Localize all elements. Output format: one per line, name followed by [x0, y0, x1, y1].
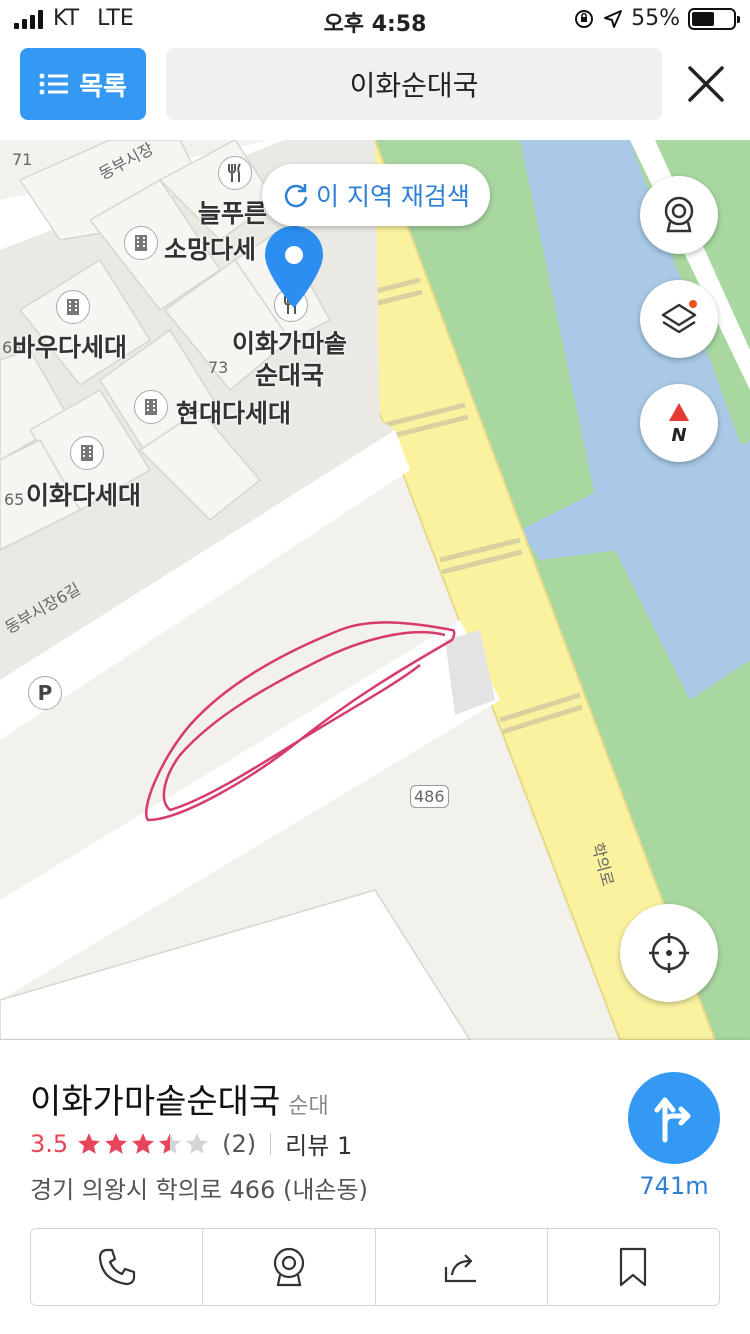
rating-count: (2) [222, 1129, 257, 1158]
star-icon [78, 1132, 101, 1154]
streetview-icon [664, 196, 694, 233]
search-header: 목록 이화순대국 [0, 40, 750, 140]
restaurant-icon[interactable] [218, 156, 252, 190]
share-icon [445, 1254, 477, 1283]
star-icon [159, 1132, 182, 1154]
phone-icon [98, 1248, 135, 1286]
list-button[interactable]: 목록 [20, 48, 146, 120]
place-title[interactable]: 이화가마솥순대국 순대 [30, 1074, 329, 1123]
crosshair-icon [649, 933, 689, 973]
streetview-button[interactable] [640, 176, 718, 254]
building-icon[interactable] [124, 226, 158, 260]
map-base [0, 140, 750, 1040]
star-icon [132, 1132, 155, 1154]
star-icon [186, 1132, 209, 1154]
place-label[interactable]: 바우다세대 [12, 328, 127, 364]
star-rating [76, 1131, 210, 1157]
streetview-icon [273, 1247, 304, 1287]
close-button[interactable] [678, 56, 734, 112]
building-icon[interactable] [70, 436, 104, 470]
place-label[interactable]: 이화다세대 [26, 476, 141, 512]
lot-number: 71 [12, 150, 33, 169]
close-icon [688, 66, 724, 102]
action-bar [30, 1228, 720, 1306]
map-view[interactable]: 71 동부시장 73 63 65 동부시장6길 학의로 486 P 늘푸른 소망… [0, 140, 750, 1040]
lot-number: 65 [4, 490, 25, 509]
place-label[interactable]: 늘푸른 [198, 194, 267, 230]
selected-place-label-line2: 순대국 [255, 361, 325, 390]
research-area-button[interactable]: 이 지역 재검색 [262, 164, 490, 226]
building-icon[interactable] [56, 290, 90, 324]
research-area-label: 이 지역 재검색 [316, 182, 470, 211]
place-category: 순대 [288, 1094, 329, 1119]
location-pin-icon[interactable] [262, 224, 326, 310]
lot-number: 73 [208, 358, 229, 377]
parking-icon[interactable]: P [28, 676, 62, 710]
battery-percent: 55% [631, 6, 680, 31]
call-button[interactable] [31, 1229, 204, 1305]
share-button[interactable] [376, 1229, 548, 1305]
distance-label: 741m [639, 1172, 709, 1200]
directions-button[interactable] [628, 1072, 720, 1164]
rating-value: 3.5 [30, 1129, 69, 1158]
place-label[interactable]: 소망다세 [164, 230, 256, 266]
list-button-label: 목록 [79, 71, 127, 102]
selected-place-label-line1: 이화가마솥 [232, 329, 348, 358]
rating-row: 3.5 (2) 리뷰 1 [30, 1126, 352, 1161]
place-detail-panel[interactable]: 이화가마솥순대국 순대 3.5 (2) 리뷰 1 경기 의왕시 학의로 466 (… [0, 1040, 750, 1334]
current-location-button[interactable] [620, 904, 718, 1002]
place-address: 경기 의왕시 학의로 466 (내손동) [30, 1176, 368, 1204]
refresh-icon [284, 184, 308, 208]
review-link[interactable]: 리뷰 1 [285, 1126, 352, 1161]
building-icon[interactable] [134, 390, 168, 424]
streetview-action-button[interactable] [203, 1229, 376, 1305]
status-bar: KT LTE 오후 4:58 55% [0, 0, 750, 40]
orientation-lock-icon [575, 9, 594, 28]
location-arrow-icon [604, 9, 623, 28]
directions-icon [654, 1097, 691, 1143]
star-icon [105, 1132, 128, 1154]
compass-icon: N [669, 403, 689, 445]
route-number: 486 [410, 785, 449, 808]
divider [270, 1132, 272, 1155]
compass-label: N [671, 425, 686, 445]
bookmark-button[interactable] [548, 1229, 719, 1305]
selected-place-label[interactable]: 이화가마솥 순대국 [232, 328, 347, 392]
search-input[interactable]: 이화순대국 [166, 48, 662, 120]
place-label[interactable]: 현대다세대 [176, 394, 291, 430]
compass-button[interactable]: N [640, 384, 718, 462]
list-icon [39, 73, 69, 95]
place-name: 이화가마솥순대국 [30, 1082, 281, 1122]
bookmark-icon [620, 1247, 647, 1287]
battery-icon [688, 7, 740, 30]
layers-button[interactable] [640, 280, 718, 358]
layers-icon [661, 300, 697, 334]
